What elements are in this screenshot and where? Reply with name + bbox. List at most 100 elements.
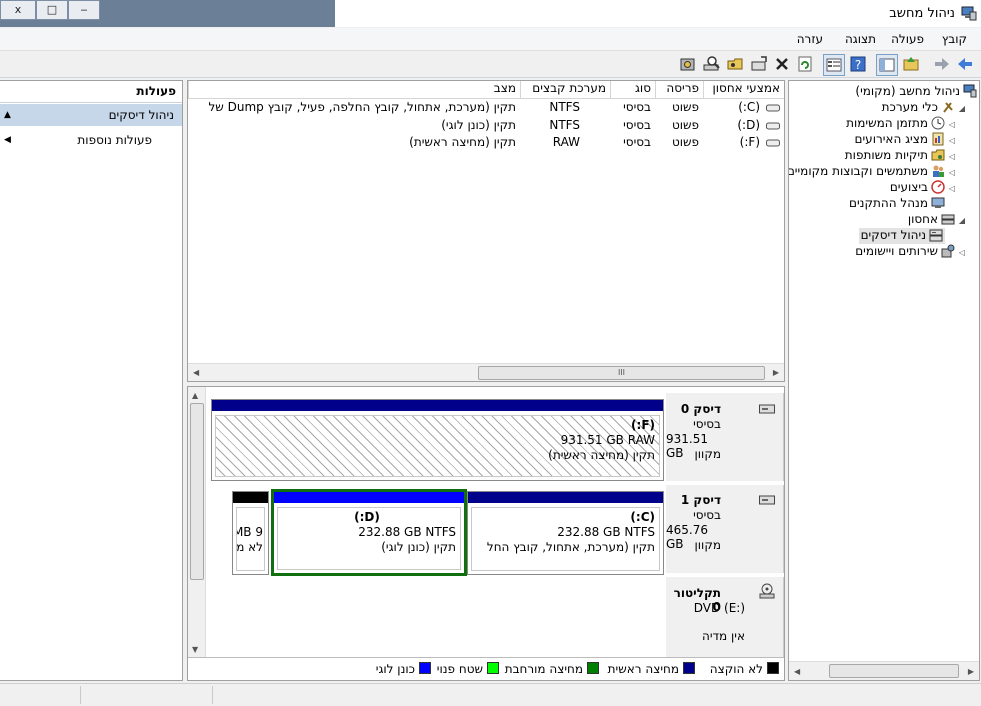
table-row[interactable]: (D:) פשוט בסיסי NTFS תקין (כונן לוגי) xyxy=(188,118,784,134)
status-divider xyxy=(212,686,213,704)
tree-item-system-tools[interactable]: ◢ כלי מערכת xyxy=(882,100,967,116)
disk-graph-vertical-scrollbar[interactable]: ▲ ▼ xyxy=(188,387,206,658)
tree-horizontal-scrollbar[interactable]: ◀ ▶ xyxy=(789,661,979,680)
expand-arrow-icon[interactable]: ◁ xyxy=(947,152,957,161)
status-bar xyxy=(0,683,981,706)
submenu-arrow-icon: ◀ xyxy=(4,135,11,145)
column-header-filesystem[interactable]: מערכת קבצים xyxy=(520,81,610,98)
expand-arrow-icon[interactable]: ◢ xyxy=(957,216,967,225)
partition-unallocated[interactable]: 9 MB לא מ xyxy=(232,491,269,575)
computer-management-icon xyxy=(963,84,977,98)
scroll-left-icon[interactable]: ◀ xyxy=(193,368,199,377)
show-hide-tree-icon[interactable] xyxy=(876,54,898,76)
up-folder-icon[interactable] xyxy=(901,54,921,74)
scroll-right-icon[interactable]: ▶ xyxy=(968,667,974,676)
back-arrow-icon[interactable] xyxy=(955,54,975,74)
performance-icon xyxy=(931,180,945,194)
expand-arrow-icon[interactable]: ◁ xyxy=(957,248,967,257)
disk-0-type: בסיסי xyxy=(693,417,721,431)
open-folder-icon[interactable] xyxy=(726,54,746,74)
column-header-volume[interactable]: אמצעי אחסון xyxy=(703,81,784,98)
toolbar: ? xyxy=(0,51,981,78)
tree-item-label: ניהול מחשב (מקומי) xyxy=(855,84,960,98)
legend: לא הוקצה מחיצה ראשית מחיצה מורחבת שטח פנ… xyxy=(189,662,779,678)
scroll-thumb[interactable]: III xyxy=(478,366,765,380)
disk-management-icon xyxy=(929,229,943,242)
drive-icon xyxy=(766,139,780,147)
tree-item-disk-management[interactable]: ניהול דיסקים xyxy=(858,228,945,244)
partition-status: לא מ xyxy=(236,540,263,554)
scroll-up-icon[interactable]: ▲ xyxy=(192,391,198,400)
status-divider xyxy=(80,686,81,704)
tree-item-label: משתמשים וקבוצות מקומיים xyxy=(789,164,928,178)
tree-item-label: שירותים ויישומים xyxy=(855,244,938,258)
expand-arrow-icon[interactable]: ◁ xyxy=(947,184,957,193)
forward-arrow-icon[interactable] xyxy=(932,54,952,74)
menu-action[interactable]: פעולה xyxy=(891,32,924,46)
partition-info: 931.51 GB RAW xyxy=(560,433,655,447)
partition-d[interactable]: (D:) 232.88 GB NTFS תקין (כונן לוגי) xyxy=(271,489,467,576)
column-header-status[interactable]: מצב xyxy=(188,81,520,98)
tree-item-task-scheduler[interactable]: ◁ מתזמן המשימות xyxy=(846,116,957,132)
table-row[interactable]: (C:) פשוט בסיסי NTFS תקין (מערכת, אתחול,… xyxy=(188,100,784,116)
scroll-down-icon[interactable]: ▼ xyxy=(192,645,198,654)
tree-item-label: ביצועים xyxy=(889,180,928,194)
connect-disk-icon[interactable] xyxy=(749,54,769,74)
svg-text:?: ? xyxy=(855,58,861,72)
tree-item-performance[interactable]: ◁ ביצועים xyxy=(890,180,957,196)
actions-pane: פעולות ניהול דיסקים ▲ פעולות נוספות ◀ xyxy=(0,80,183,681)
actions-more-actions[interactable]: פעולות נוספות ◀ xyxy=(0,129,182,151)
partition-c-body: (C:) 232.88 GB NTFS תקין (מערכת, אתחול, … xyxy=(471,507,660,571)
column-header-type[interactable]: סוג xyxy=(610,81,655,98)
tree-item-label: מנהל ההתקנים xyxy=(849,196,928,210)
tree-item-storage[interactable]: ◢ אחסון xyxy=(908,212,967,228)
partition-c[interactable]: (C:) 232.88 GB NTFS תקין (מערכת, אתחול, … xyxy=(467,491,664,575)
scroll-left-icon[interactable]: ◀ xyxy=(794,667,800,676)
tree-item-computer-management[interactable]: ניהול מחשב (מקומי) xyxy=(855,84,977,100)
tree-item-event-viewer[interactable]: ◁ מציג האירועים xyxy=(855,132,957,148)
collapse-up-icon: ▲ xyxy=(4,110,11,120)
menu-view[interactable]: תצוגה xyxy=(845,32,876,46)
help-icon[interactable]: ? xyxy=(848,54,868,74)
settings-disk-icon[interactable] xyxy=(678,54,698,74)
tree-item-label: תיקיות משותפות xyxy=(844,148,928,162)
column-header-layout[interactable]: פריסה xyxy=(655,81,703,98)
search-disk-icon[interactable] xyxy=(702,54,722,74)
expand-arrow-icon[interactable]: ◁ xyxy=(947,120,957,129)
tree-item-local-users-groups[interactable]: ◁ משתמשים וקבוצות מקומיים xyxy=(789,164,957,180)
partition-f-body: (F:) 931.51 GB RAW תקין (מחיצה ראשית) xyxy=(215,415,660,477)
cell-status: תקין (מחיצה ראשית) xyxy=(409,135,516,149)
menu-file[interactable]: קובץ xyxy=(942,32,967,46)
tree-item-shared-folders[interactable]: ◁ תיקיות משותפות xyxy=(845,148,957,164)
close-button[interactable]: x xyxy=(0,0,36,20)
partition-d-body: (D:) 232.88 GB NTFS תקין (כונן לוגי) xyxy=(277,507,461,570)
vertical-scroll-thumb[interactable] xyxy=(190,403,204,580)
expand-arrow-icon[interactable]: ◁ xyxy=(947,136,957,145)
partition-f[interactable]: (F:) 931.51 GB RAW תקין (מחיצה ראשית) xyxy=(211,399,664,481)
tree-item-device-manager[interactable]: מנהל ההתקנים xyxy=(849,196,945,212)
legend-item: מחיצה מורחבת xyxy=(505,662,599,676)
restore-button[interactable]: □ xyxy=(36,0,68,20)
cdrom-0-type: DVD (E:) xyxy=(693,601,745,615)
minimize-button[interactable]: ‒ xyxy=(68,0,100,20)
cdrom-0-label[interactable]: תקליטור 0 DVD (E:) אין מדיה xyxy=(666,577,784,657)
services-apps-icon xyxy=(941,244,955,258)
refresh-icon[interactable] xyxy=(795,54,815,74)
list-horizontal-scrollbar[interactable]: ◀ ▶ III xyxy=(188,363,784,381)
legend-item: שטח פנוי xyxy=(437,662,499,676)
table-row[interactable]: (F:) פשוט בסיסי RAW תקין (מחיצה ראשית) xyxy=(188,135,784,151)
disk-1-label[interactable]: דיסק 1 בסיסי 465.76 GB מקוון xyxy=(666,485,784,573)
properties-icon[interactable] xyxy=(823,54,845,76)
disk-0-label[interactable]: דיסק 0 בסיסי 931.51 GB מקוון xyxy=(666,393,784,481)
expand-arrow-icon[interactable]: ◁ xyxy=(947,168,957,177)
tree-item-services-applications[interactable]: ◁ שירותים ויישומים xyxy=(855,244,967,260)
disk-1-state: מקוון xyxy=(694,538,721,552)
actions-section-disk-management[interactable]: ניהול דיסקים ▲ xyxy=(0,104,182,126)
expand-arrow-icon[interactable]: ◢ xyxy=(957,104,967,113)
delete-icon[interactable] xyxy=(772,54,792,74)
partition-letter: (D:) xyxy=(354,510,380,524)
partition-letter: (C:) xyxy=(630,510,655,524)
menu-help[interactable]: עזרה xyxy=(797,32,823,46)
tree-scroll-thumb[interactable] xyxy=(829,664,959,678)
scroll-right-icon[interactable]: ▶ xyxy=(773,368,779,377)
